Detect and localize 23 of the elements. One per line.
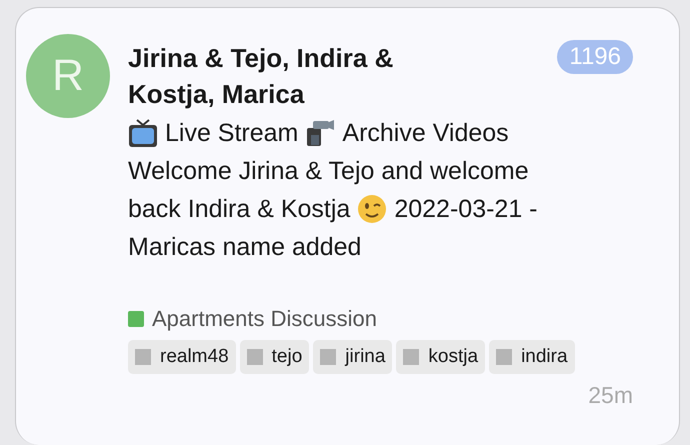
topic-title[interactable]: Jirina & Tejo, Indira & Kostja, Marica <box>128 40 458 112</box>
tag-square-icon <box>135 349 151 365</box>
excerpt-text: 2022-03-21 - <box>394 194 538 225</box>
activity-time: 25m <box>588 382 633 409</box>
tag-square-icon <box>320 349 336 365</box>
tag-square-icon <box>496 349 512 365</box>
excerpt-text: Archive Videos <box>342 118 509 149</box>
tag-chip[interactable]: jirina <box>313 340 392 374</box>
topic-card[interactable] <box>15 7 680 445</box>
tag-chip[interactable]: kostja <box>396 340 486 374</box>
category-name[interactable]: Apartments Discussion <box>152 306 377 332</box>
tag-square-icon <box>403 349 420 365</box>
tag-chip[interactable]: tejo <box>240 340 310 374</box>
tag-chip[interactable]: realm48 <box>128 340 236 374</box>
excerpt-text: Maricas name added <box>128 232 362 263</box>
excerpt-text: Welcome Jirina & Tejo and welcome <box>128 156 529 187</box>
excerpt-text: Live Stream <box>165 118 298 149</box>
excerpt-text: back Indira & Kostja <box>128 194 350 225</box>
tv-icon <box>128 118 158 148</box>
winking-face-icon <box>357 194 388 224</box>
tag-chip[interactable]: indira <box>489 340 575 374</box>
tag-square-icon <box>246 349 263 365</box>
video-camera-icon <box>305 118 336 148</box>
